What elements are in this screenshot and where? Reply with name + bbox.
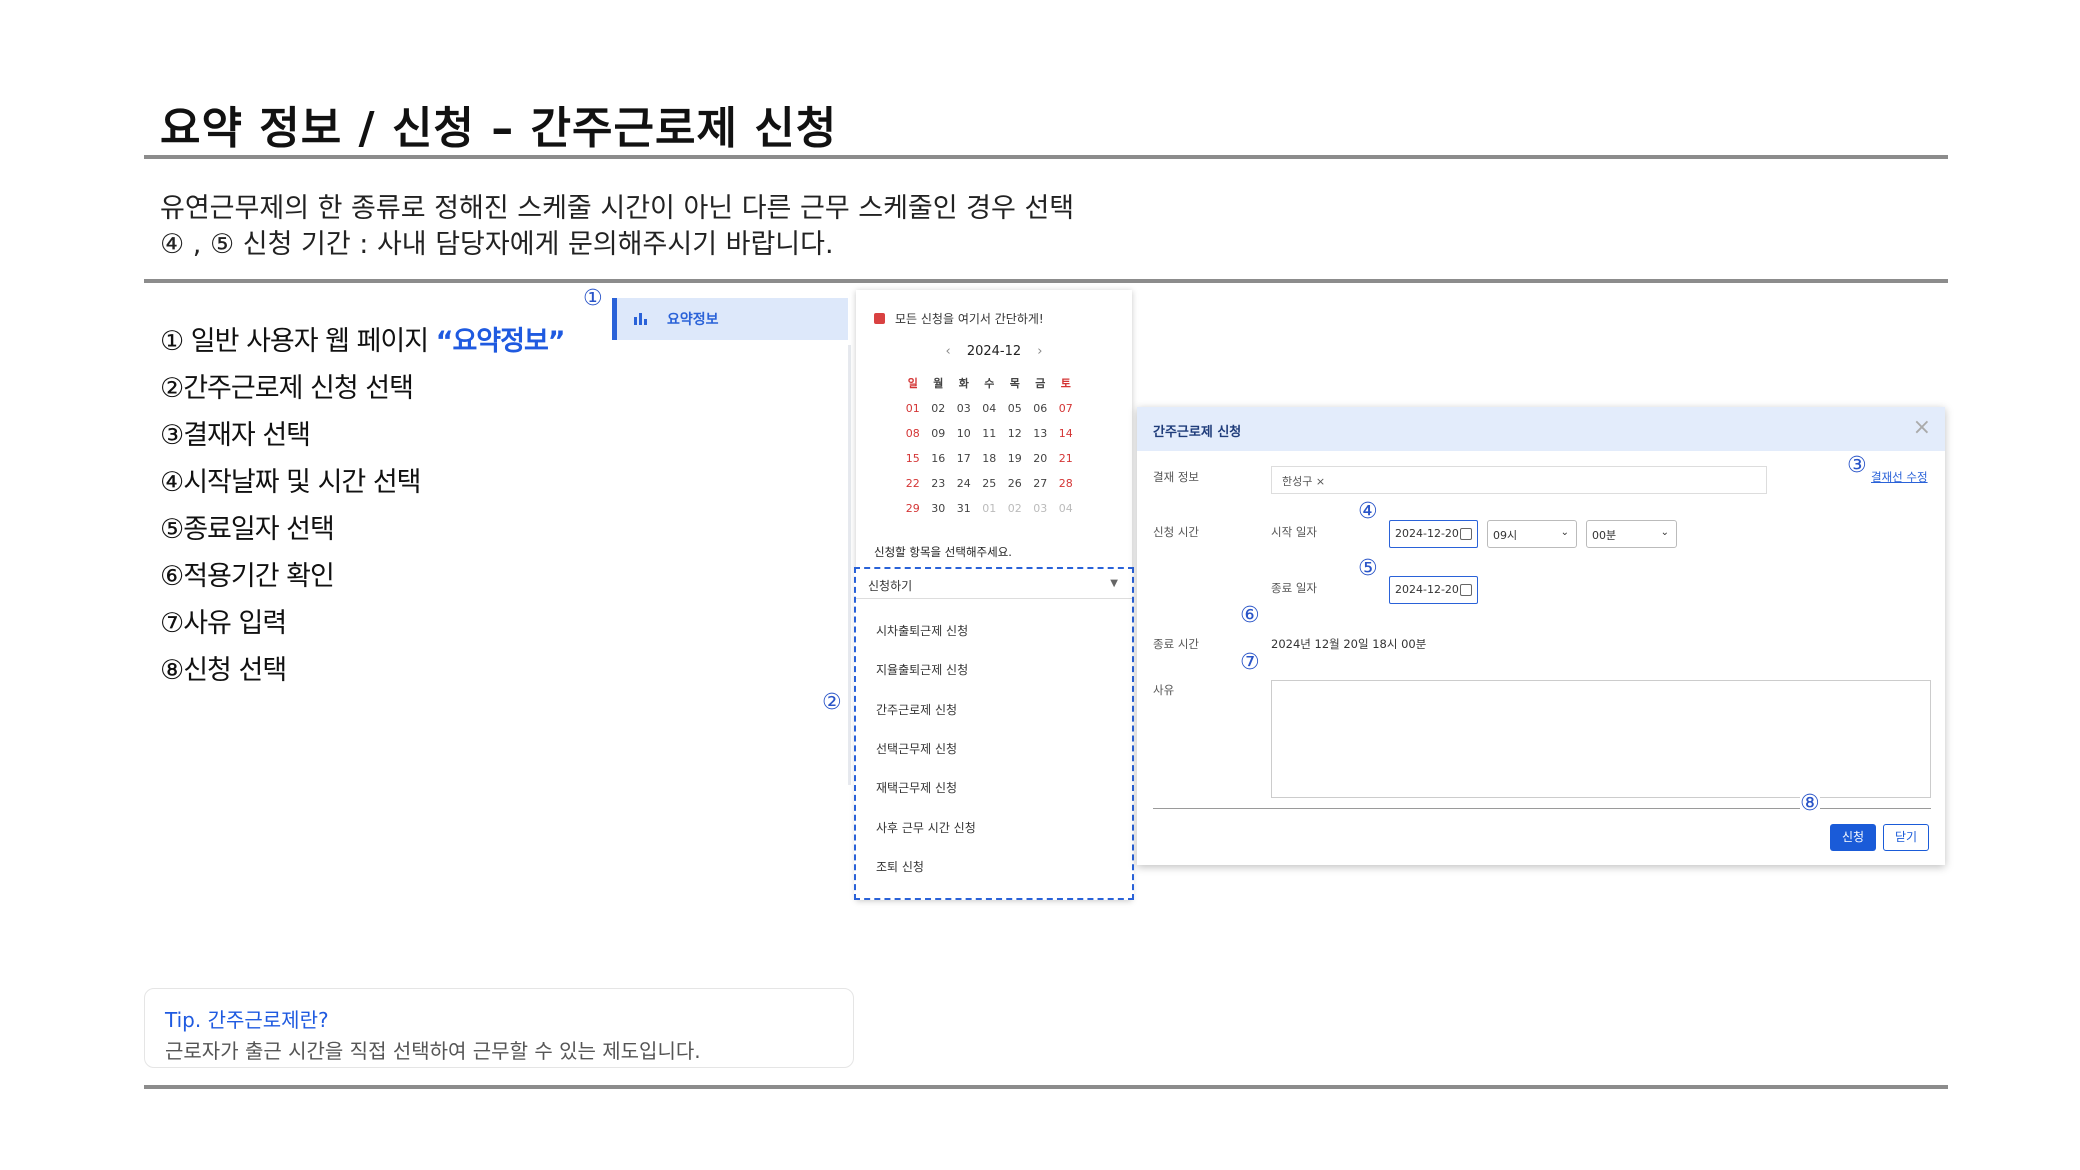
- month-navigator: ‹ 2024-12 ›: [856, 344, 1132, 359]
- option-early-leave[interactable]: 조퇴 신청: [876, 858, 924, 875]
- tip-box: Tip. 간주근로제란? 근로자가 출근 시간을 직접 선택하여 근무할 수 있…: [144, 988, 854, 1068]
- hour-select[interactable]: 09시 ⌄: [1487, 520, 1577, 548]
- footer-divider: [144, 1085, 1948, 1089]
- step-2: ②간주근로제 신청 선택: [160, 373, 414, 404]
- step-list: ① 일반 사용자 웹 페이지 “요약정보” ②간주근로제 신청 선택 ③결재자 …: [160, 318, 566, 694]
- end-date-input[interactable]: 2024-12-20: [1389, 576, 1478, 604]
- calendar-icon: [1460, 528, 1472, 540]
- option-deemed-work[interactable]: 간주근로제 신청: [876, 701, 957, 718]
- start-date-label: 시작 일자: [1271, 525, 1317, 539]
- step-3: ③결재자 선택: [160, 420, 311, 451]
- sidebar-item-label: 요약정보: [667, 312, 719, 328]
- close-icon[interactable]: ×: [1913, 415, 1931, 440]
- step-6: ⑥적용기간 확인: [160, 561, 335, 592]
- step-5: ⑤종료일자 선택: [160, 514, 335, 545]
- deemed-work-modal: 간주근로제 신청 × 결재 정보 한성구 × ③ 결재선 수정 신청 시간 시작…: [1137, 407, 1945, 865]
- tip-body: 근로자가 출근 시간을 직접 선택하여 근무할 수 있는 제도입니다.: [165, 1039, 701, 1063]
- next-month-icon[interactable]: ›: [1037, 344, 1042, 359]
- start-date-input[interactable]: 2024-12-20: [1389, 520, 1478, 548]
- marker-1: ①: [583, 286, 603, 311]
- modal-title: 간주근로제 신청: [1153, 425, 1242, 440]
- approver-field[interactable]: 한성구 ×: [1271, 466, 1767, 494]
- description-divider: [144, 279, 1948, 283]
- approver-tag[interactable]: 한성구 ×: [1282, 473, 1325, 489]
- dropdown-label: 신청하기: [868, 579, 913, 593]
- edit-approval-line-link[interactable]: 결재선 수정: [1871, 469, 1928, 485]
- chevron-down-icon: ⌄: [1660, 527, 1669, 538]
- step-8: ⑧신청 선택: [160, 655, 287, 686]
- submit-button[interactable]: 신청: [1830, 824, 1876, 851]
- tip-title: Tip. 간주근로제란?: [165, 1008, 329, 1032]
- description-line-2: ④ , ⑤ 신청 기간 : 사내 담당자에게 문의해주시기 바랍니다.: [160, 229, 834, 260]
- month-label: 2024-12: [966, 344, 1022, 359]
- select-prompt: 신청할 항목을 선택해주세요.: [874, 545, 1012, 559]
- modal-header: 간주근로제 신청 ×: [1137, 407, 1945, 451]
- close-button[interactable]: 닫기: [1883, 824, 1929, 851]
- end-date-label: 종료 일자: [1271, 581, 1317, 595]
- calendar-badge-icon: [874, 313, 885, 324]
- option-remote-work[interactable]: 재택근무제 신청: [876, 779, 957, 796]
- option-selective-work[interactable]: 선택근무제 신청: [876, 740, 957, 757]
- marker-2: ②: [822, 690, 842, 715]
- prev-month-icon[interactable]: ‹: [945, 344, 950, 359]
- weekday-row: 일월화수목금토: [907, 377, 1071, 390]
- reason-label: 사유: [1153, 683, 1175, 697]
- step-7: ⑦사유 입력: [160, 608, 287, 639]
- dropdown-trigger[interactable]: 신청하기 ▼: [856, 569, 1132, 599]
- option-autonomous-commute[interactable]: 지율출퇴근제 신청: [876, 661, 968, 678]
- calendar-week[interactable]: 29 30 31 01 02 03 04: [900, 502, 1086, 515]
- end-time-value: 2024년 12월 20일 18시 00분: [1271, 637, 1427, 651]
- title-divider: [144, 155, 1948, 159]
- sidebar-edge: [848, 345, 851, 785]
- sidebar-item-summary[interactable]: 요약정보: [612, 298, 848, 340]
- marker-6: ⑥: [1240, 603, 1260, 628]
- marker-8: ⑧: [1800, 791, 1820, 816]
- chevron-down-icon: ▼: [1110, 578, 1118, 589]
- step-1: ① 일반 사용자 웹 페이지 “요약정보”: [160, 326, 566, 357]
- marker-3: ③: [1847, 453, 1867, 478]
- calendar-week[interactable]: 08 09 10 11 12 13 14: [900, 427, 1086, 440]
- approval-label: 결재 정보: [1153, 470, 1199, 484]
- marker-7: ⑦: [1240, 650, 1260, 675]
- calendar-week[interactable]: 15 16 17 18 19 20 21: [900, 452, 1086, 465]
- calendar-icon: [1460, 584, 1472, 596]
- option-post-work-time[interactable]: 사후 근무 시간 신청: [876, 819, 976, 836]
- end-time-label: 종료 시간: [1153, 637, 1199, 651]
- apply-time-label: 신청 시간: [1153, 525, 1199, 539]
- marker-5: ⑤: [1358, 556, 1378, 581]
- chevron-down-icon: ⌄: [1560, 527, 1569, 538]
- description-line-1: 유연근무제의 한 종류로 정해진 스케줄 시간이 아닌 다른 근무 스케줄인 경…: [160, 193, 1075, 224]
- bar-chart-icon: [634, 313, 647, 325]
- request-type-dropdown[interactable]: 신청하기 ▼ 시차출퇴근제 신청 지율출퇴근제 신청 간주근로제 신청 선택근무…: [854, 567, 1134, 900]
- calendar-week[interactable]: 22 23 24 25 26 27 28: [900, 477, 1086, 490]
- page-title: 요약 정보 / 신청 – 간주근로제 신청: [160, 103, 838, 154]
- panel-heading: 모든 신청을 여기서 간단하게!: [874, 310, 1044, 327]
- step-4: ④시작날짜 및 시간 선택: [160, 467, 422, 498]
- marker-4: ④: [1358, 499, 1378, 524]
- minute-select[interactable]: 00분 ⌄: [1586, 520, 1677, 548]
- calendar-week[interactable]: 01 02 03 04 05 06 07: [900, 402, 1086, 415]
- reason-textarea[interactable]: [1271, 680, 1931, 798]
- option-staggered-commute[interactable]: 시차출퇴근제 신청: [876, 622, 968, 639]
